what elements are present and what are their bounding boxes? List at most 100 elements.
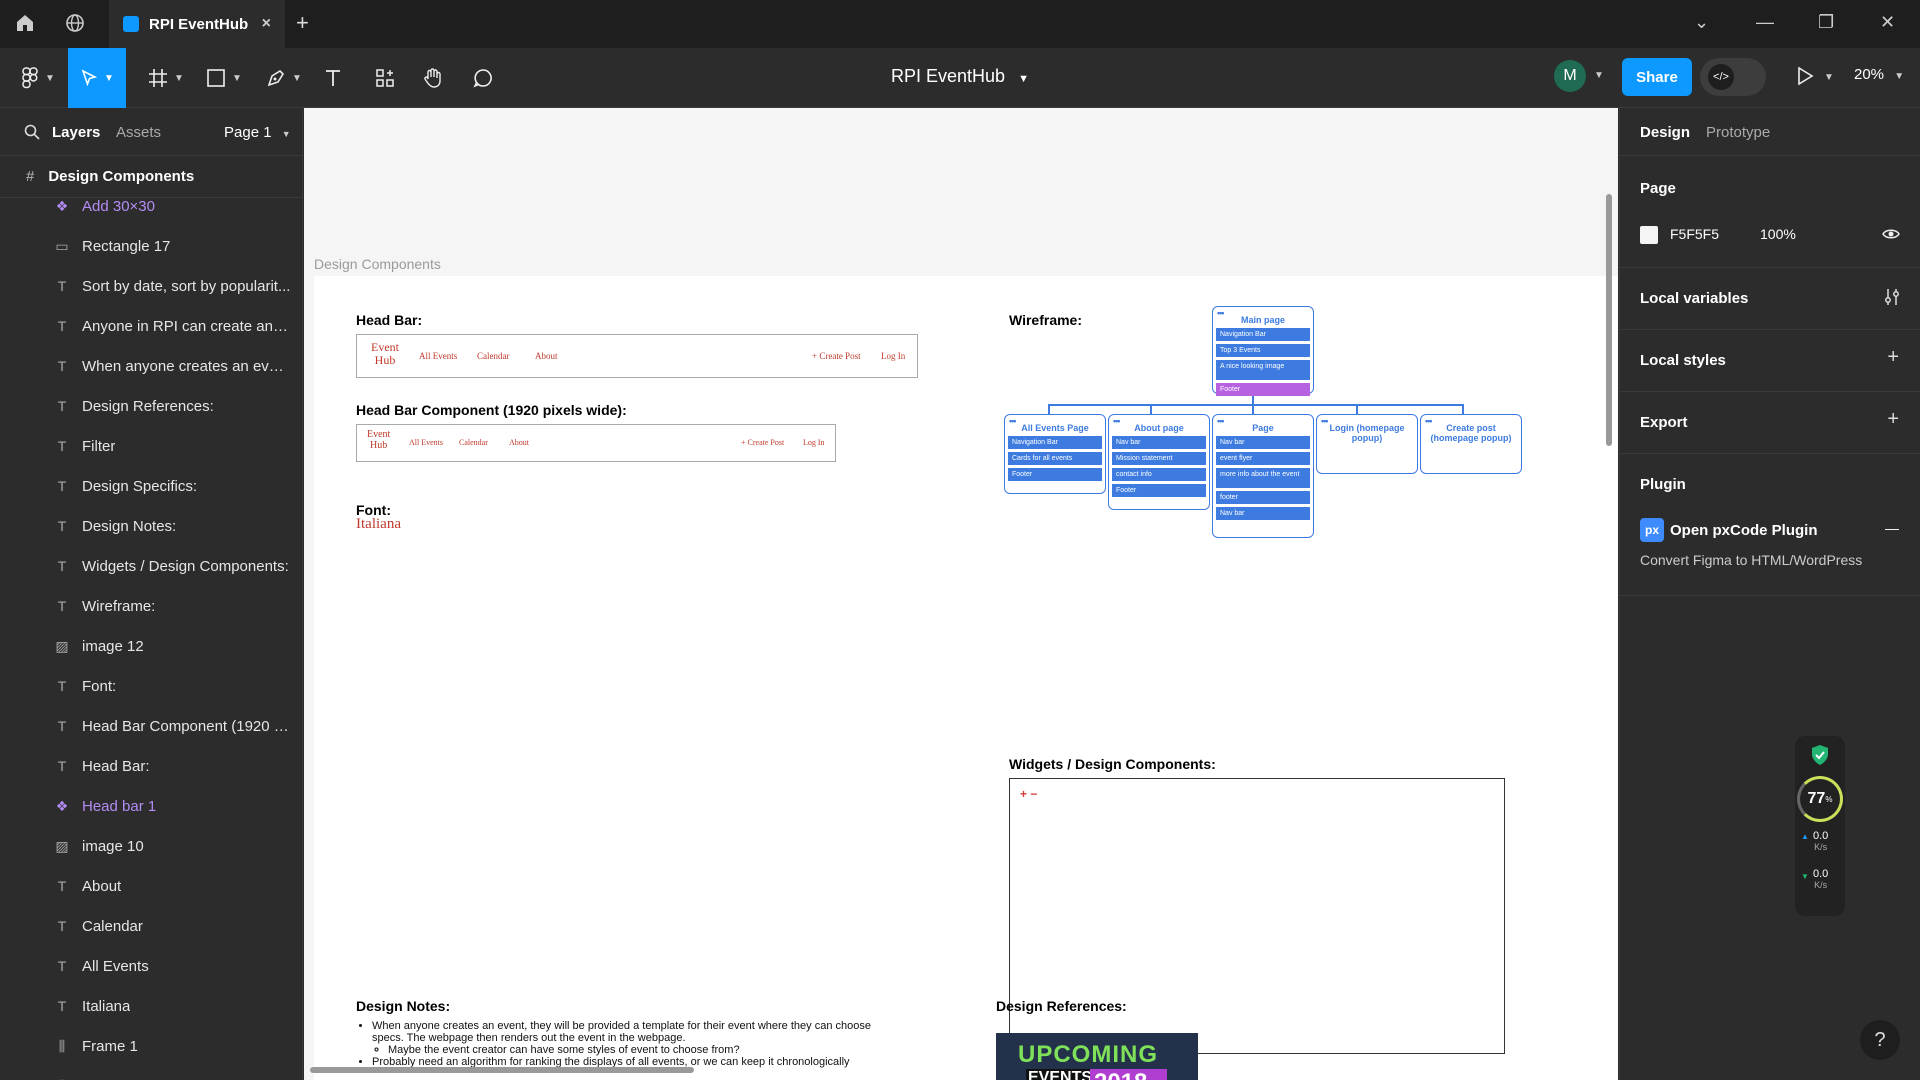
layer-item[interactable]: T Italiana [0, 986, 302, 1026]
download-rate: 0.0 K/s [1813, 868, 1829, 890]
wireframe-title-text: All Events Page [1021, 423, 1089, 433]
design-notes: When anyone creates an event, they will … [356, 1020, 876, 1068]
wireframe-login-popup[interactable]: ••• Login (homepage popup) [1316, 414, 1418, 474]
head-bar-component[interactable]: Event Hub All Events Calendar About + Cre… [356, 424, 836, 462]
layer-item[interactable]: ▭ Rectangle 17 [0, 226, 302, 266]
restore-button[interactable]: ❐ [1818, 12, 1834, 33]
wireframe-row: Footer [1112, 484, 1206, 497]
page-selector[interactable]: Page 1 ▼ [224, 124, 291, 141]
layer-label: Design Notes: [82, 517, 177, 535]
wireframe-all-events-page[interactable]: ••• All Events Page Navigation Bar Cards… [1004, 414, 1106, 494]
layer-item[interactable]: T When anyone creates an even... [0, 346, 302, 386]
layer-item[interactable]: ⫼Frame 2 [0, 1066, 302, 1080]
avatar[interactable]: M [1554, 60, 1586, 92]
layer-item[interactable]: T Sort by date, sort by popularit... [0, 266, 302, 306]
more-icon: ••• [1217, 416, 1225, 426]
vertical-scrollbar[interactable] [1606, 194, 1612, 446]
close-window-button[interactable]: ✕ [1880, 12, 1895, 33]
wireframe-row: Top 3 Events [1216, 344, 1310, 357]
globe-icon[interactable] [64, 12, 92, 36]
zoom-level[interactable]: 20% ▼ [1854, 66, 1904, 83]
tab-design[interactable]: Design [1640, 124, 1690, 141]
layer-item[interactable]: ❖ Head bar 1 [0, 786, 302, 826]
design-components-frame[interactable]: Head Bar: Event Hub All Events Calendar A… [314, 276, 1618, 1080]
chevron-down-icon[interactable]: ▼ [1594, 70, 1604, 81]
layer-item[interactable]: T Font: [0, 666, 302, 706]
eye-icon[interactable] [1882, 226, 1900, 247]
export-section[interactable]: Export + [1620, 392, 1920, 454]
horizontal-scrollbar[interactable] [310, 1067, 694, 1073]
head-bar-logo: Event Hub [367, 429, 391, 451]
layer-item[interactable]: ▨ image 10 [0, 826, 302, 866]
help-button[interactable]: ? [1860, 1020, 1900, 1060]
properties-panel: Design Prototype Page F5F5F5 100% Local … [1619, 108, 1920, 1080]
document-tab[interactable]: RPI EventHub × [109, 0, 285, 48]
page-color-value[interactable]: F5F5F5 [1670, 226, 1719, 242]
layer-label: Head bar 1 [82, 797, 157, 815]
wireframe-main-title: Main page [1240, 315, 1285, 325]
page-section-title: Page [1640, 180, 1676, 197]
perf-unit: % [1825, 794, 1833, 804]
chevron-down-icon[interactable]: ⌄ [1694, 12, 1709, 33]
tab-prototype[interactable]: Prototype [1706, 124, 1770, 141]
sliders-icon[interactable] [1883, 288, 1901, 311]
frame-label[interactable]: Design Components [314, 256, 441, 272]
layer-label: Add 30×30 [82, 197, 155, 215]
layer-item[interactable]: T Design Notes: [0, 506, 302, 546]
export-title: Export [1640, 414, 1688, 431]
search-icon[interactable] [24, 124, 40, 144]
text-icon: T [57, 918, 67, 934]
layer-item[interactable]: T Calendar [0, 906, 302, 946]
reference-image[interactable]: UPCOMING EVENTS 2018 [996, 1033, 1198, 1080]
head-bar-about: About [509, 438, 529, 447]
wireframe-create-post-popup[interactable]: ••• Create post (homepage popup) [1420, 414, 1522, 474]
wireframe-row: more info about the event [1216, 468, 1310, 488]
layer-item[interactable]: T Design Specifics: [0, 466, 302, 506]
canvas[interactable]: Design Components Head Bar: Event Hub All… [304, 108, 1618, 1080]
plus-icon[interactable]: + [1887, 346, 1899, 369]
new-tab-button[interactable]: + [296, 10, 309, 36]
wireframe-title: Wireframe: [1009, 312, 1083, 328]
layer-item[interactable]: T Wireframe: [0, 586, 302, 626]
performance-widget[interactable]: 77% ▲ 0.0 K/s ▼ 0.0 K/s [1795, 736, 1845, 916]
plugin-name[interactable]: Open pxCode Plugin [1670, 522, 1818, 539]
wireframe-main-page[interactable]: ••• Main page Navigation Bar Top 3 Event… [1212, 306, 1314, 396]
layer-item[interactable]: T Filter [0, 426, 302, 466]
wireframe-row: footer [1216, 491, 1310, 504]
tab-layers[interactable]: Layers [52, 124, 100, 141]
layer-item[interactable]: T Head Bar Component (1920 pi... [0, 706, 302, 746]
layer-item[interactable]: T About [0, 866, 302, 906]
home-icon[interactable] [14, 12, 42, 36]
layer-item[interactable]: ⫼ Frame 1 [0, 1026, 302, 1066]
close-tab-icon[interactable]: × [262, 15, 271, 33]
page-opacity-value[interactable]: 100% [1760, 226, 1796, 242]
minimize-button[interactable]: — [1756, 12, 1774, 33]
page-color-swatch[interactable] [1640, 226, 1658, 244]
layer-label: Calendar [82, 917, 143, 935]
head-bar-create-post: + Create Post [741, 438, 785, 447]
tab-assets[interactable]: Assets [116, 124, 161, 141]
present-button[interactable] [1796, 66, 1814, 91]
head-bar-preview[interactable]: Event Hub All Events Calendar About + Cre… [356, 334, 918, 378]
layer-item[interactable]: T All Events [0, 946, 302, 986]
chevron-down-icon[interactable]: ▼ [1824, 72, 1834, 83]
layer-item[interactable]: T Head Bar: [0, 746, 302, 786]
layer-item[interactable]: ▨ image 12 [0, 626, 302, 666]
layer-item[interactable]: T Widgets / Design Components: [0, 546, 302, 586]
local-styles-section[interactable]: Local styles + [1620, 330, 1920, 392]
dev-mode-toggle[interactable]: </> [1700, 58, 1766, 96]
minus-icon[interactable]: — [1885, 520, 1899, 536]
share-button[interactable]: Share [1622, 58, 1692, 96]
layer-item[interactable]: ❖ Add 30×30 [0, 186, 302, 226]
layer-label: image 10 [82, 837, 144, 855]
layer-item[interactable]: T Design References: [0, 386, 302, 426]
upload-arrow-icon: ▲ [1801, 832, 1809, 841]
plus-icon[interactable]: + [1887, 408, 1899, 431]
wire-connector [1048, 404, 1050, 414]
local-variables-section[interactable]: Local variables [1620, 268, 1920, 330]
layer-item[interactable]: T Anyone in RPI can create any ... [0, 306, 302, 346]
wireframe-event-page[interactable]: ••• Page Nav bar event flyer more info a… [1212, 414, 1314, 538]
wireframe-about-page[interactable]: ••• About page Nav bar Mission statement… [1108, 414, 1210, 510]
text-icon: T [57, 278, 67, 294]
text-icon: T [57, 478, 67, 494]
